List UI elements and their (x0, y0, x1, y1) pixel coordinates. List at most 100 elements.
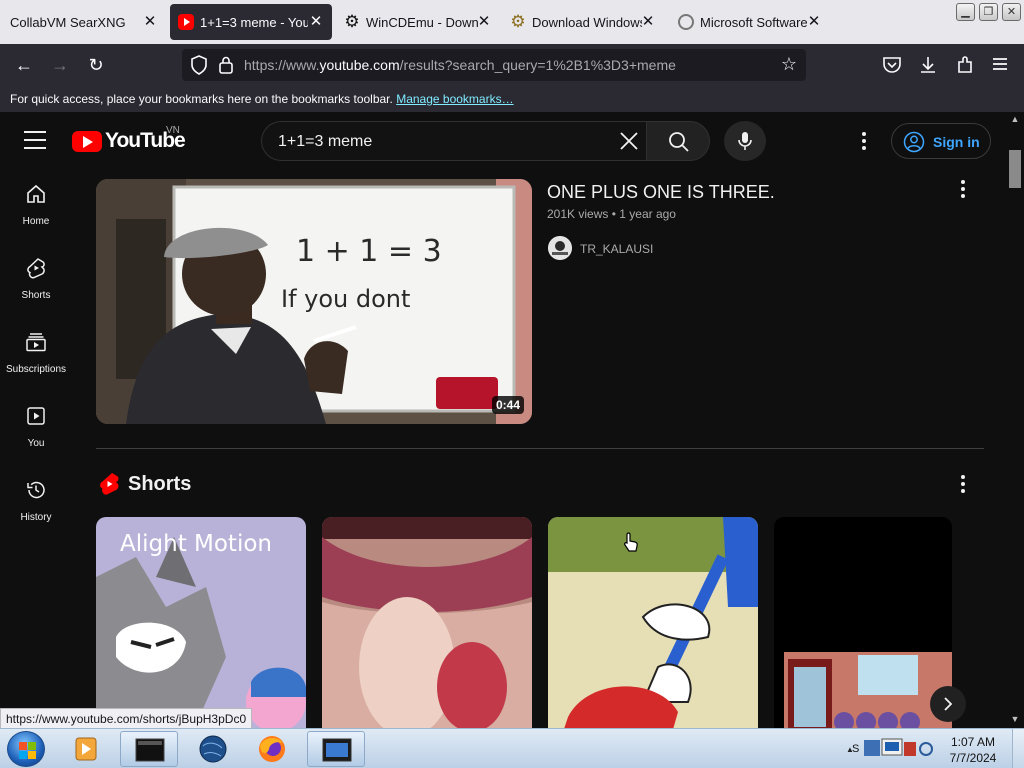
video-more-icon[interactable] (953, 180, 973, 204)
extensions-icon[interactable] (955, 55, 975, 75)
app-menu-icon[interactable] (991, 56, 1009, 72)
scroll-up-icon[interactable]: ▲ (1009, 114, 1021, 124)
guide-item-history[interactable]: History (0, 466, 72, 540)
show-desktop-button[interactable] (1012, 729, 1024, 768)
url-prefix: https://www. (244, 57, 320, 73)
back-button[interactable]: ← (10, 52, 38, 78)
close-icon[interactable]: ✕ (306, 12, 326, 32)
channel-name[interactable]: TR_KALAUSI (580, 242, 653, 256)
url-text[interactable]: https://www.youtube.com/results?search_q… (244, 57, 676, 73)
taskbar-firefox[interactable] (243, 731, 301, 767)
youtube-page: YouTube VN 1+1=3 meme Sign in Home Short… (0, 112, 1024, 728)
shorts-more-icon[interactable] (953, 475, 973, 499)
tab-microsoft-software[interactable]: Microsoft Software D ✕ (670, 4, 830, 40)
page-scrollbar[interactable]: ▲ ▼ (1006, 112, 1024, 728)
microphone-icon (738, 132, 752, 150)
globe-icon (199, 735, 227, 763)
start-button[interactable] (7, 731, 45, 767)
video-thumbnail[interactable]: 1 + 1 = 3 If you dont 0:44 (96, 179, 532, 424)
home-icon (27, 184, 45, 203)
channel-avatar[interactable] (548, 236, 572, 260)
url-host: youtube.com (319, 57, 400, 73)
tab-title: Download Windows (532, 14, 642, 30)
settings-more-icon[interactable] (854, 132, 874, 156)
shield-icon[interactable] (190, 55, 208, 75)
tab-wincdemu[interactable]: ⚙ WinCDEmu - Downl ✕ (336, 4, 500, 40)
clock-time: 1:07 AM (950, 735, 996, 749)
taskbar-window[interactable] (307, 731, 365, 767)
hand-cursor-icon (624, 532, 638, 552)
shelf-next-button[interactable] (930, 686, 966, 722)
reload-button[interactable]: ↻ (82, 52, 110, 78)
video-duration: 0:44 (491, 396, 524, 414)
download-icon[interactable] (918, 55, 938, 75)
scroll-down-icon[interactable]: ▼ (1009, 714, 1021, 724)
video-metadata: 201K views • 1 year ago (547, 207, 676, 221)
chevron-right-icon (944, 697, 953, 711)
guide-item-you[interactable]: You (0, 392, 72, 466)
bookmarks-toolbar: For quick access, place your bookmarks h… (0, 86, 1024, 112)
windows-taskbar: ▲ S 1:07 AM 7/7/2024 (0, 728, 1024, 768)
short-card-2[interactable] (322, 517, 532, 728)
restore-button[interactable]: ❐ (979, 3, 998, 21)
taskbar-globe[interactable] (184, 731, 242, 767)
taskbar-media-player[interactable] (56, 731, 114, 767)
board-equation: 1 + 1 = 3 (296, 234, 442, 269)
menu-icon[interactable] (24, 131, 46, 149)
video-title[interactable]: ONE PLUS ONE IS THREE. (547, 182, 775, 203)
minimize-button[interactable]: ▁ (956, 3, 975, 21)
close-icon[interactable]: ✕ (140, 12, 160, 32)
close-icon[interactable]: ✕ (474, 12, 494, 32)
search-button[interactable] (646, 121, 710, 161)
short-card-1[interactable]: Alight Motion (96, 517, 306, 728)
short-card-3[interactable] (548, 517, 758, 728)
gear-icon: ⚙ (510, 12, 526, 31)
taskbar-terminal[interactable] (120, 731, 178, 767)
forward-button[interactable]: → (46, 52, 74, 78)
upload-age: 1 year ago (619, 207, 676, 221)
youtube-header: YouTube VN 1+1=3 meme Sign in (0, 112, 1006, 170)
clock-date: 7/7/2024 (949, 751, 997, 765)
short-card-4[interactable] (774, 517, 952, 728)
guide-label: Home (22, 216, 50, 227)
pocket-icon[interactable] (882, 56, 902, 74)
screen: CollabVM SearXNG ✕ 1+1=3 meme - YouT ✕ ⚙… (0, 0, 1024, 768)
bookmark-star-icon[interactable]: ☆ (778, 53, 800, 75)
browser-nav-bar: ← → ↻ https://www.youtube.com/results?se… (0, 44, 1024, 86)
address-bar[interactable]: https://www.youtube.com/results?search_q… (182, 49, 806, 81)
guide-item-home[interactable]: Home (0, 170, 72, 244)
taskbar-clock[interactable]: 1:07 AM 7/7/2024 (940, 734, 1006, 766)
youtube-logo[interactable]: YouTube VN (72, 125, 186, 153)
window-icon (322, 738, 352, 762)
board-caption: If you dont (281, 285, 410, 313)
tray-icons[interactable] (860, 737, 938, 761)
lip-closeup-image (322, 517, 532, 728)
country-code: VN (166, 125, 180, 136)
search-input[interactable]: 1+1=3 meme (261, 121, 646, 161)
media-player-icon (75, 737, 97, 761)
terminal-icon (135, 738, 165, 762)
tab-download-windows[interactable]: ⚙ Download Windows ✕ (502, 4, 664, 40)
tab-collabvm-searxng[interactable]: CollabVM SearXNG ✕ (0, 4, 166, 40)
youtube-icon (178, 14, 194, 30)
close-icon[interactable]: ✕ (638, 12, 658, 32)
search-icon (669, 132, 689, 152)
clear-search-icon[interactable] (616, 128, 642, 154)
section-divider (96, 448, 984, 449)
guide-item-subscriptions[interactable]: Subscriptions (0, 318, 72, 392)
tab-title: CollabVM SearXNG (10, 14, 126, 30)
close-icon[interactable]: ✕ (804, 12, 824, 32)
voice-search-button[interactable] (724, 121, 766, 161)
youtube-icon (72, 130, 102, 152)
sign-in-button[interactable]: Sign in (891, 123, 991, 159)
close-window-button[interactable]: ✕ (1002, 3, 1021, 21)
lock-icon[interactable] (218, 55, 234, 75)
tray-letter: S (852, 743, 860, 755)
manage-bookmarks-link[interactable]: Manage bookmarks… (396, 92, 513, 106)
scrollbar-thumb[interactable] (1009, 150, 1021, 188)
guide-item-shorts[interactable]: Shorts (0, 244, 72, 318)
tab-title: Microsoft Software D (700, 14, 810, 30)
short-overlay-text: Alight Motion (120, 531, 272, 557)
tab-youtube-search[interactable]: 1+1=3 meme - YouT ✕ (170, 4, 332, 40)
avatar (548, 236, 572, 260)
